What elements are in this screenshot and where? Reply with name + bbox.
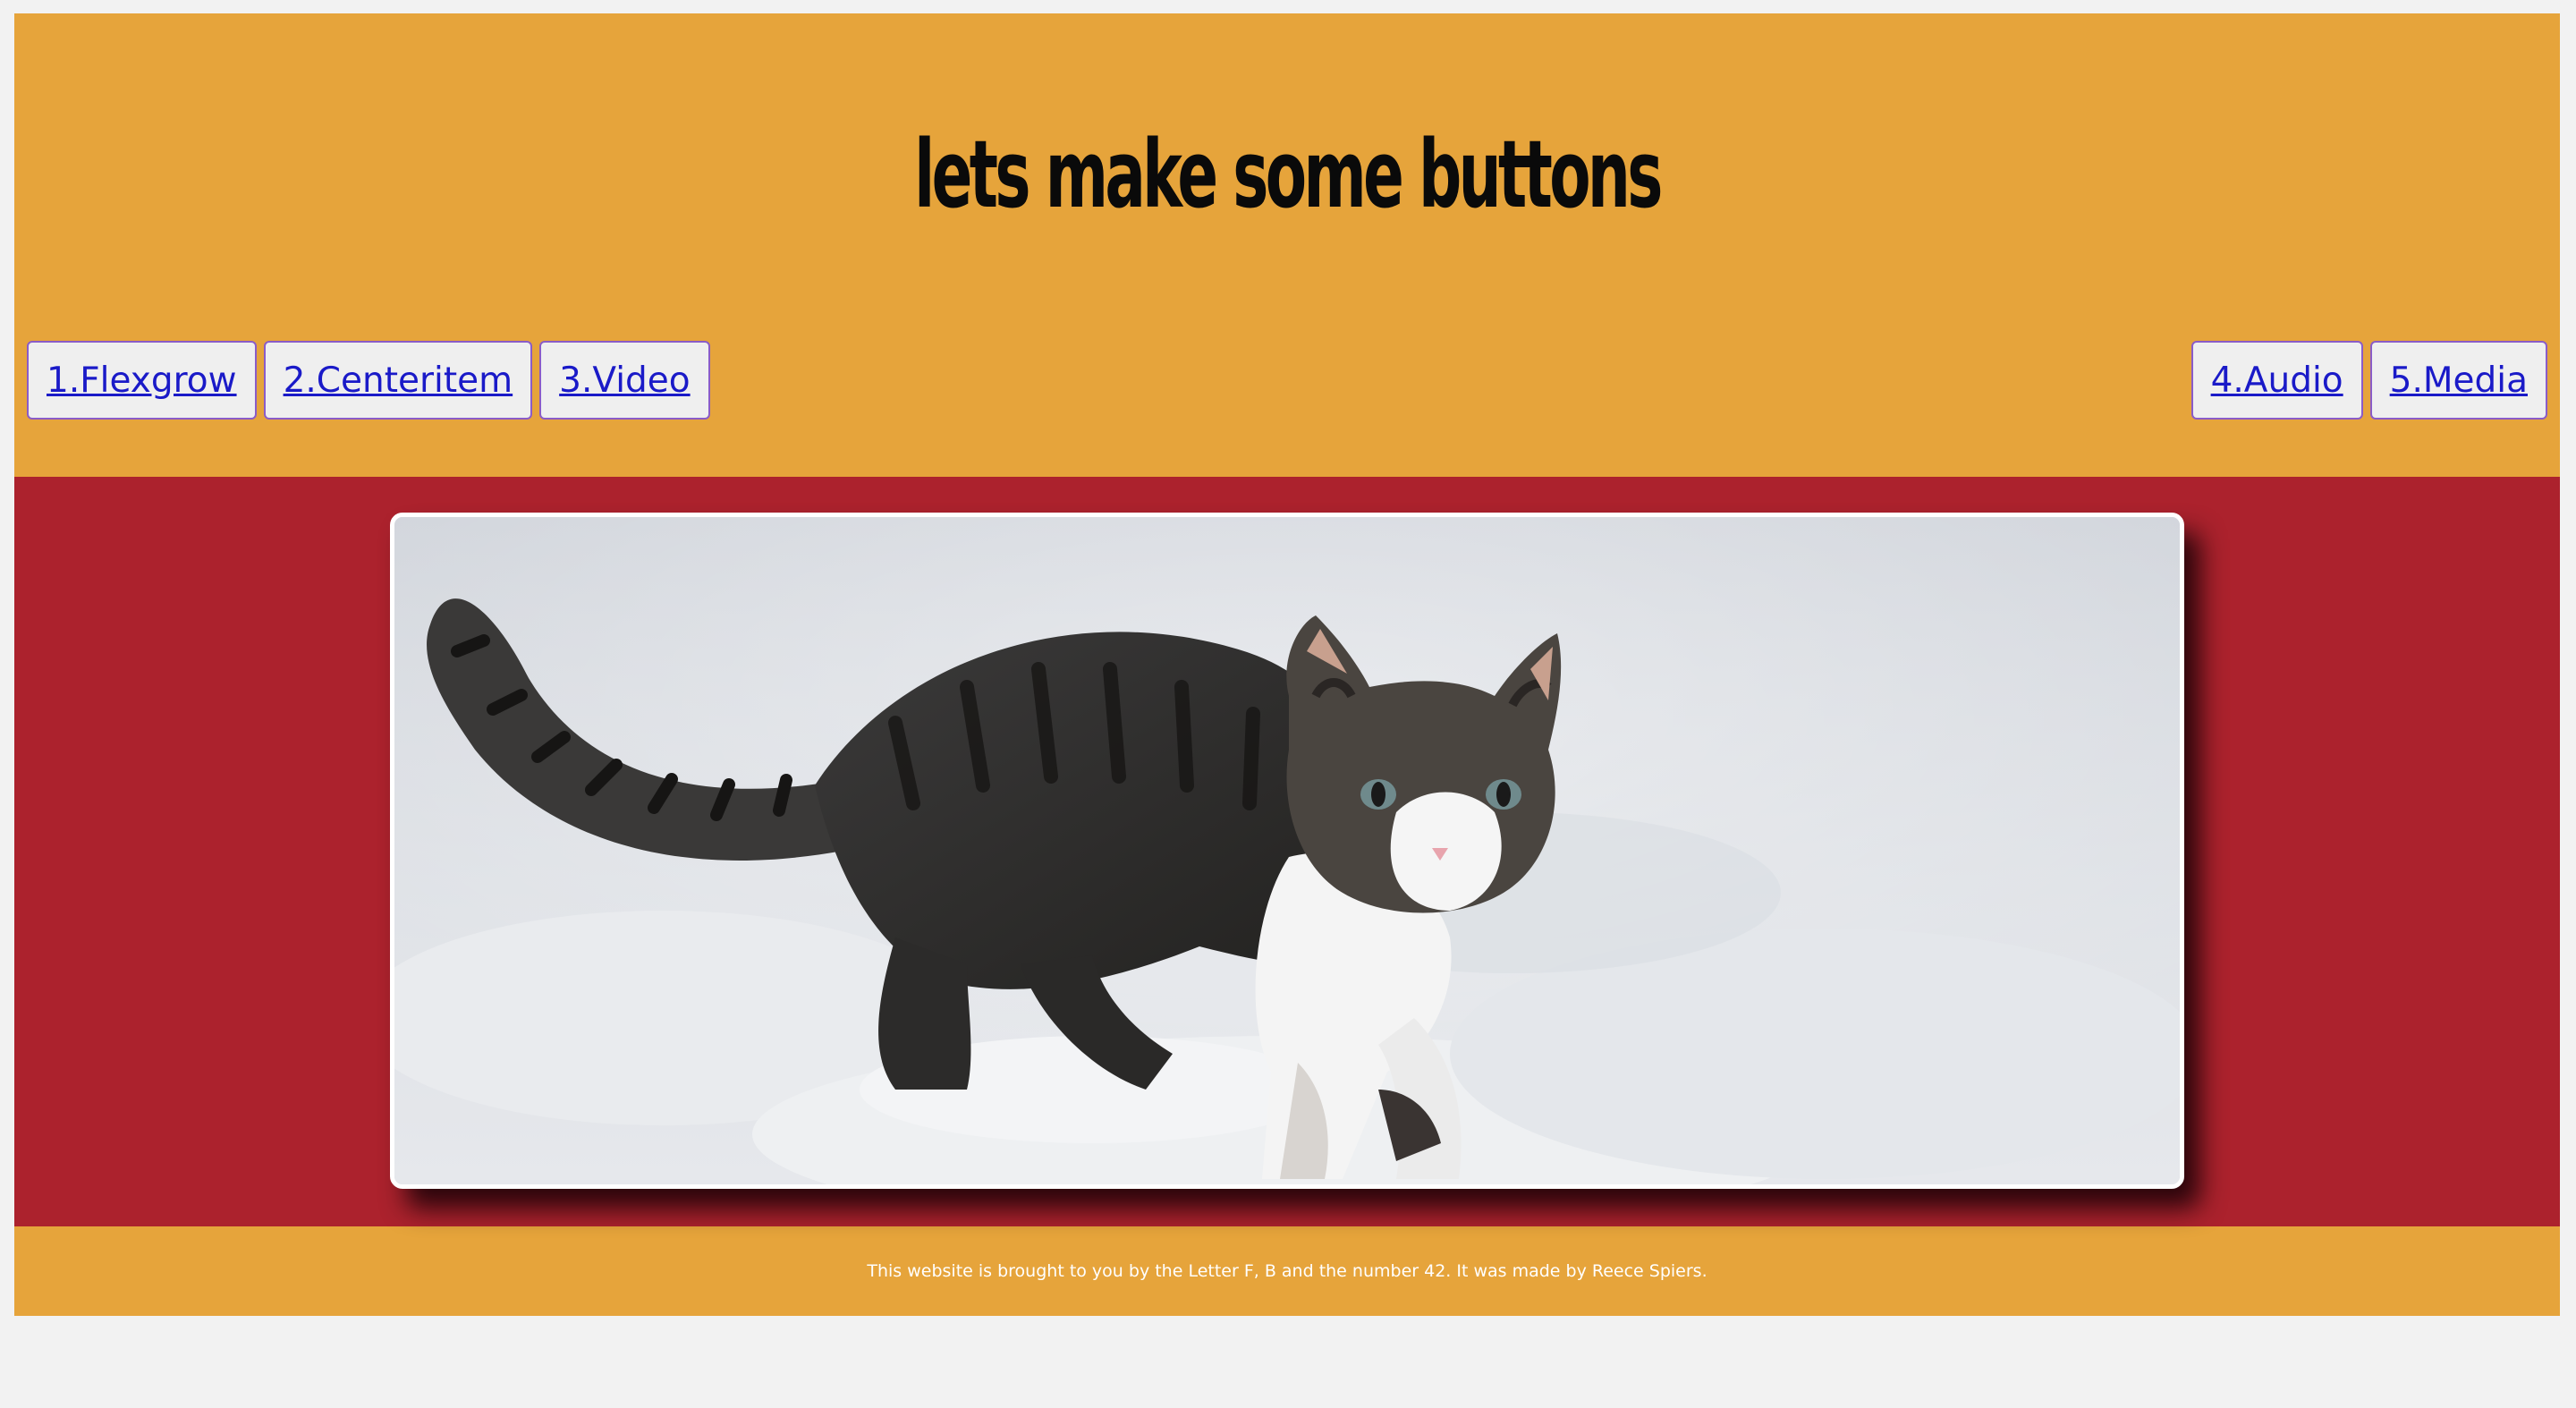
nav-link-flexgrow[interactable]: 1.Flexgrow <box>47 360 237 401</box>
nav-bar: 1.Flexgrow 2.Centeritem 3.Video 4.Audio … <box>27 341 2547 420</box>
nav-button-media[interactable]: 5.Media <box>2369 341 2547 420</box>
nav-link-audio[interactable]: 4.Audio <box>2211 360 2343 401</box>
kitten-photo <box>390 513 2184 1189</box>
nav-button-video[interactable]: 3.Video <box>539 341 710 420</box>
footer-credit-text: This website is brought to you by the Le… <box>867 1261 1707 1281</box>
nav-button-centeritem[interactable]: 2.Centeritem <box>263 341 533 420</box>
main-section <box>14 477 2560 1226</box>
nav-link-centeritem[interactable]: 2.Centeritem <box>284 360 513 401</box>
nav-button-audio[interactable]: 4.Audio <box>2190 341 2363 420</box>
page: lets make some buttons 1.Flexgrow 2.Cent… <box>14 13 2560 1316</box>
header: lets make some buttons 1.Flexgrow 2.Cent… <box>14 13 2560 477</box>
nav-link-video[interactable]: 3.Video <box>559 360 690 401</box>
page-title: lets make some buttons <box>914 120 1663 229</box>
nav-link-media[interactable]: 5.Media <box>2390 360 2528 401</box>
footer: This website is brought to you by the Le… <box>14 1226 2560 1316</box>
kitten-in-snow-image <box>394 517 2180 1184</box>
nav-button-flexgrow[interactable]: 1.Flexgrow <box>27 341 257 420</box>
